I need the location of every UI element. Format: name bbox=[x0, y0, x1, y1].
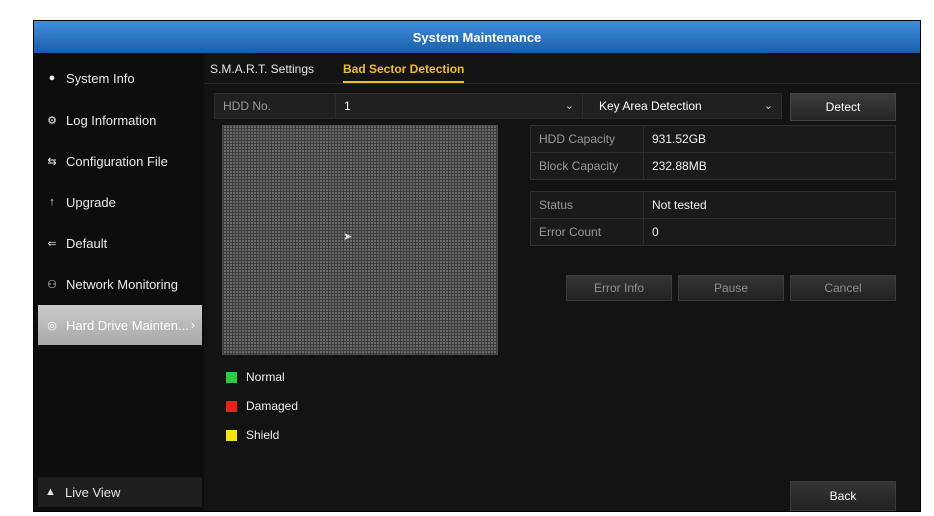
tab-bar: S.M.A.R.T. Settings Bad Sector Detection bbox=[204, 53, 920, 84]
detection-mode-value: Key Area Detection bbox=[599, 99, 702, 113]
sidebar-item-hard-drive-maintenance[interactable]: ◎ Hard Drive Mainten... › bbox=[38, 305, 202, 345]
detection-mode-select[interactable]: Key Area Detection ⌄ bbox=[583, 94, 781, 118]
legend-label: Shield bbox=[246, 428, 280, 442]
home-icon: ▲ bbox=[45, 486, 56, 498]
status-value: Not tested bbox=[652, 198, 707, 212]
live-view-button[interactable]: ▲ Live View bbox=[38, 477, 202, 507]
sidebar-item-configuration-file[interactable]: ⇆ Configuration File bbox=[38, 142, 202, 180]
network-icon: ⚇ bbox=[47, 278, 57, 291]
cancel-button[interactable]: Cancel bbox=[790, 275, 896, 301]
sidebar: ● System Info ⚙ Log Information ⇆ Config… bbox=[34, 53, 204, 511]
main-content: S.M.A.R.T. Settings Bad Sector Detection… bbox=[204, 53, 920, 511]
tab-smart-settings[interactable]: S.M.A.R.T. Settings bbox=[210, 62, 314, 76]
status-row: Status Not tested bbox=[531, 192, 895, 219]
sidebar-item-system-info[interactable]: ● System Info bbox=[38, 59, 202, 97]
hard-drive-icon: ◎ bbox=[47, 319, 57, 332]
sidebar-item-label: Log Information bbox=[66, 112, 157, 128]
system-maintenance-window: System Maintenance ● System Info ⚙ Log I… bbox=[33, 20, 921, 512]
damaged-swatch bbox=[226, 400, 237, 412]
sidebar-item-label: Default bbox=[66, 235, 108, 251]
hdd-capacity-label: HDD Capacity bbox=[531, 126, 644, 152]
default-icon: ⇐ bbox=[47, 237, 57, 250]
window-title: System Maintenance bbox=[34, 21, 920, 53]
mouse-cursor-icon: ➤ bbox=[343, 231, 353, 243]
sidebar-item-upgrade[interactable]: ↑ Upgrade bbox=[38, 183, 202, 221]
sidebar-item-label: Configuration File bbox=[66, 153, 168, 169]
sector-map-grid: ➤ bbox=[222, 125, 498, 355]
legend-normal: Normal bbox=[226, 370, 285, 384]
live-view-label: Live View bbox=[65, 484, 121, 500]
chevron-down-icon: ⌄ bbox=[763, 100, 773, 112]
detect-button[interactable]: Detect bbox=[790, 93, 896, 121]
sidebar-item-label: Upgrade bbox=[66, 194, 116, 210]
back-button[interactable]: Back bbox=[790, 481, 896, 511]
sidebar-item-network-monitoring[interactable]: ⚇ Network Monitoring bbox=[38, 265, 202, 303]
error-count-row: Error Count 0 bbox=[531, 219, 895, 245]
legend-label: Damaged bbox=[246, 399, 299, 413]
info-icon: ● bbox=[48, 72, 56, 84]
sidebar-item-label: Hard Drive Mainten... bbox=[66, 317, 189, 333]
hdd-no-label: HDD No. bbox=[215, 94, 336, 118]
config-file-icon: ⇆ bbox=[47, 155, 57, 168]
error-info-button[interactable]: Error Info bbox=[566, 275, 672, 301]
sidebar-item-log-information[interactable]: ⚙ Log Information bbox=[38, 101, 202, 139]
detection-settings-row: HDD No. 1 ⌄ Key Area Detection ⌄ bbox=[214, 93, 782, 119]
tab-bad-sector-detection[interactable]: Bad Sector Detection bbox=[343, 62, 465, 83]
legend-label: Normal bbox=[246, 370, 285, 384]
legend-damaged: Damaged bbox=[226, 399, 298, 413]
pause-button[interactable]: Pause bbox=[678, 275, 784, 301]
legend-shield: Shield bbox=[226, 428, 279, 442]
hdd-no-select[interactable]: 1 ⌄ bbox=[336, 94, 583, 118]
upgrade-icon: ↑ bbox=[49, 196, 55, 208]
sidebar-item-label: Network Monitoring bbox=[66, 276, 178, 292]
chevron-down-icon: ⌄ bbox=[564, 100, 574, 112]
hdd-capacity-value: 931.52GB bbox=[652, 132, 707, 146]
error-count-label: Error Count bbox=[531, 219, 644, 245]
sidebar-item-default[interactable]: ⇐ Default bbox=[38, 224, 202, 262]
error-count-value: 0 bbox=[652, 225, 659, 239]
log-icon: ⚙ bbox=[47, 114, 57, 127]
shield-swatch bbox=[226, 429, 237, 441]
block-capacity-label: Block Capacity bbox=[531, 153, 644, 179]
status-info-box: Status Not tested Error Count 0 bbox=[530, 191, 896, 246]
hdd-no-value: 1 bbox=[344, 99, 351, 113]
block-capacity-row: Block Capacity 232.88MB bbox=[531, 153, 895, 179]
status-label: Status bbox=[531, 192, 644, 218]
block-capacity-value: 232.88MB bbox=[652, 159, 707, 173]
chevron-right-icon: › bbox=[191, 318, 195, 332]
sidebar-item-label: System Info bbox=[66, 70, 135, 86]
capacity-info-box: HDD Capacity 931.52GB Block Capacity 232… bbox=[530, 125, 896, 180]
normal-swatch bbox=[226, 371, 237, 383]
hdd-capacity-row: HDD Capacity 931.52GB bbox=[531, 126, 895, 153]
